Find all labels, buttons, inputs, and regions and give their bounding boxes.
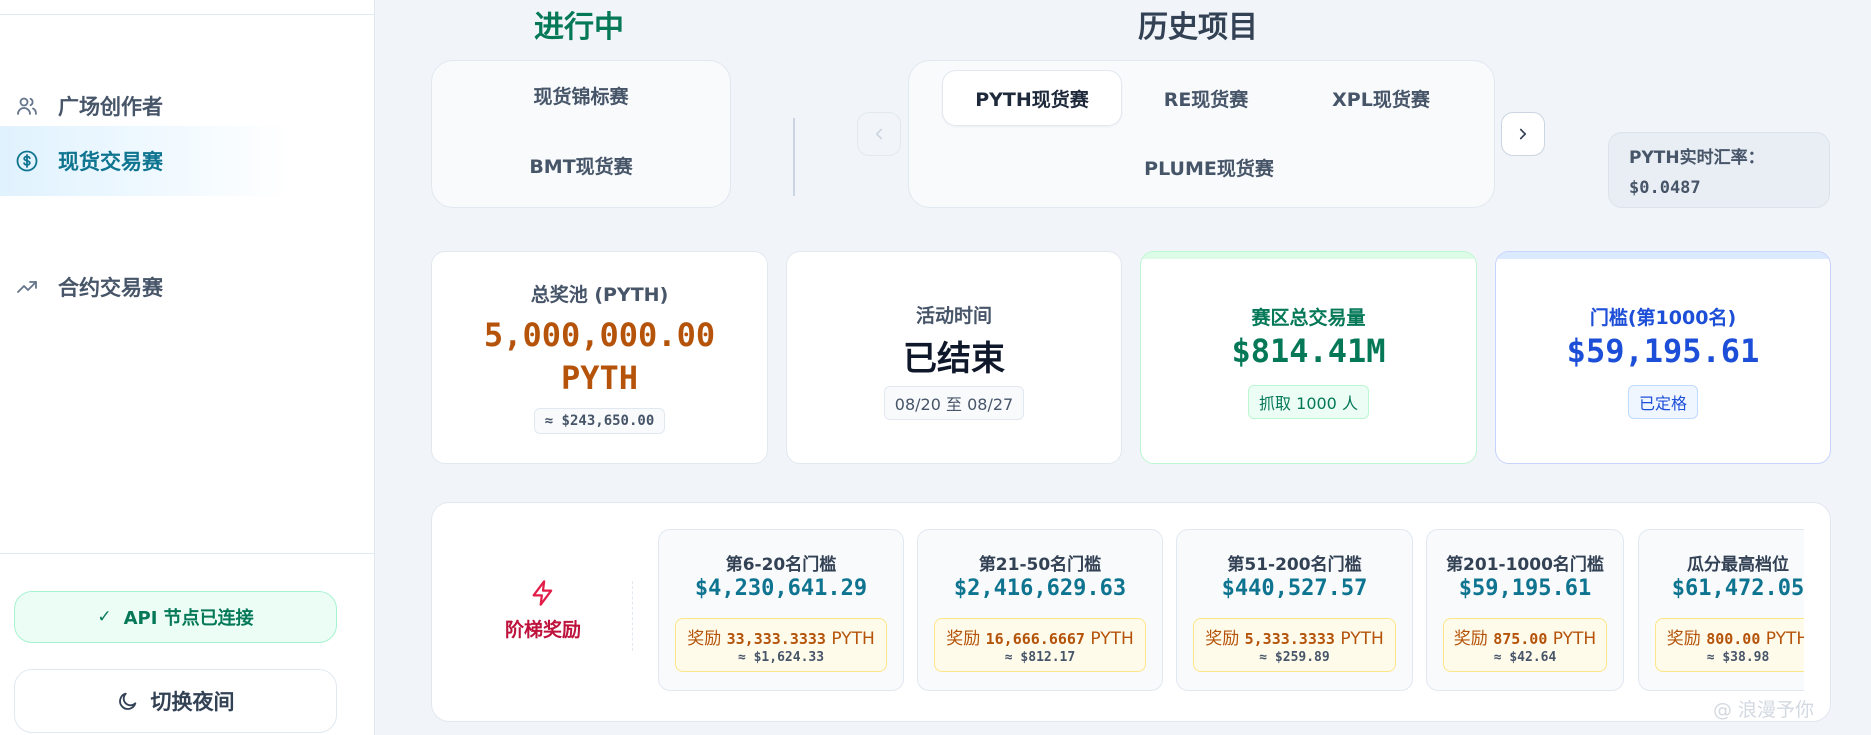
sidebar-item-label: 合约交易赛 [58, 276, 163, 300]
tier-reward-amount: 875.00 [1493, 630, 1548, 648]
tier-name: 第51-200名门槛 [1227, 555, 1362, 575]
tier-reward-usd: ≈ $1,624.33 [737, 650, 825, 665]
sidebar-item-spot-competition[interactable]: 现货交易赛 [0, 126, 290, 196]
api-status-label: API 节点已连接 [123, 608, 254, 629]
tier-name: 第201-1000名门槛 [1446, 555, 1604, 575]
sidebar-bottom-divider [0, 553, 375, 554]
history-next-button[interactable] [1501, 112, 1545, 156]
tier-name: 第21-50名门槛 [978, 555, 1102, 575]
chevron-right-icon [1519, 128, 1527, 140]
rate-display: PYTH实时汇率： $0.0487 [1608, 132, 1830, 208]
tier-rewards-heading: 阶梯奖励 [490, 579, 596, 642]
trend-up-icon [14, 274, 40, 300]
tier-card: 第21-50名门槛 $2,416,629.63 奖励 16,666.6667 P… [917, 529, 1163, 691]
theme-toggle-button[interactable]: 切换夜间 [14, 669, 337, 733]
history-tabs-card: PYTH现货赛 RE现货赛 XPL现货赛 PLUME现货赛 [908, 60, 1495, 208]
tier-rewards-title: 阶梯奖励 [504, 619, 581, 641]
finalized-badge: 已定格 [1627, 385, 1698, 419]
event-time-label: 活动时间 [915, 305, 992, 327]
users-icon [14, 93, 40, 119]
prize-pool-label: 总奖池 (PYTH) [530, 284, 669, 306]
tab-xpl-spot[interactable]: XPL现货赛 [1291, 70, 1471, 126]
tier-card: 瓜分最高档位 $61,472.05 奖励 800.00 PYTH ≈ $38.9… [1638, 529, 1804, 691]
threshold-card: 门槛(第1000名) $59,195.61 已定格 [1495, 251, 1831, 464]
theme-toggle-label: 切换夜间 [150, 690, 235, 714]
tier-name: 第6-20名门槛 [725, 555, 837, 575]
tier-reward-box: 奖励 875.00 PYTH ≈ $42.64 [1443, 618, 1607, 672]
check-icon: ✓ [97, 607, 112, 627]
tier-reward-usd: ≈ $812.17 [1004, 650, 1076, 665]
tab-pyth-spot[interactable]: PYTH现货赛 [942, 70, 1122, 126]
tab-spot-championship[interactable]: 现货锦标赛 [452, 67, 710, 123]
tab-bmt-spot[interactable]: BMT现货赛 [452, 137, 710, 193]
reward-unit: PYTH [1340, 629, 1384, 649]
prize-pool-unit: PYTH [560, 359, 639, 397]
sidebar-item-label: 广场创作者 [58, 95, 163, 119]
history-prev-button[interactable] [857, 112, 901, 156]
tier-reward-amount: 33,333.3333 [726, 630, 826, 648]
moon-icon [117, 690, 139, 712]
reward-prefix: 奖励 [946, 629, 981, 649]
tabs-divider [793, 118, 795, 196]
tier-reward-box: 奖励 5,333.3333 PYTH ≈ $259.89 [1193, 618, 1396, 672]
api-status-badge: ✓ API 节点已连接 [14, 591, 337, 643]
tier-divider [632, 581, 633, 651]
chevron-left-icon [875, 128, 883, 140]
prize-pool-usd: ≈ $243,650.00 [533, 408, 666, 434]
tier-reward-amount: 16,666.6667 [985, 630, 1085, 648]
ongoing-title: 进行中 [534, 10, 624, 45]
tier-threshold: $4,230,641.29 [694, 576, 868, 601]
reward-unit: PYTH [1765, 629, 1804, 649]
tab-re-spot[interactable]: RE现货赛 [1121, 70, 1291, 126]
sidebar-item-label: 现货交易赛 [58, 150, 163, 174]
reward-unit: PYTH [1090, 629, 1134, 649]
sidebar-item-futures-competition[interactable]: 合约交易赛 [0, 248, 350, 326]
prize-pool-card: 总奖池 (PYTH) 5,000,000.00 PYTH ≈ $243,650.… [431, 251, 768, 464]
event-date-range: 08/20 至 08/27 [883, 386, 1025, 420]
watermark: @ 浪漫予你 [1713, 699, 1815, 721]
reward-prefix: 奖励 [1666, 629, 1701, 649]
tier-threshold: $61,472.05 [1671, 576, 1804, 601]
tier-rewards-section: 阶梯奖励 第6-20名门槛 $4,230,641.29 奖励 33,333.33… [431, 502, 1831, 722]
participants-badge: 抓取 1000 人 [1248, 385, 1369, 419]
tier-cards-scroll[interactable]: 第6-20名门槛 $4,230,641.29 奖励 33,333.3333 PY… [658, 529, 1804, 693]
tier-card: 第6-20名门槛 $4,230,641.29 奖励 33,333.3333 PY… [658, 529, 904, 691]
tier-reward-usd: ≈ $42.64 [1493, 650, 1557, 665]
tier-reward-amount: 800.00 [1706, 630, 1761, 648]
tier-reward-usd: ≈ $259.89 [1259, 650, 1330, 665]
rate-value: $0.0487 [1629, 178, 1701, 198]
rate-label: PYTH实时汇率： [1629, 148, 1765, 168]
ongoing-tabs-card: 现货锦标赛 BMT现货赛 [431, 60, 731, 208]
prize-pool-amount: 5,000,000.00 [483, 316, 716, 354]
event-time-card: 活动时间 已结束 08/20 至 08/27 [786, 251, 1122, 464]
history-title: 历史项目 [1138, 10, 1258, 45]
sidebar: 广场创作者 现货交易赛 合约交易赛 ✓ API 节点已连接 切换夜间 [0, 0, 375, 735]
tier-card: 第201-1000名门槛 $59,195.61 奖励 875.00 PYTH ≈… [1426, 529, 1624, 691]
tab-plume-spot[interactable]: PLUME现货赛 [1089, 139, 1329, 195]
tier-threshold: $2,416,629.63 [953, 576, 1127, 601]
tier-card: 第51-200名门槛 $440,527.57 奖励 5,333.3333 PYT… [1176, 529, 1413, 691]
tier-reward-usd: ≈ $38.98 [1706, 650, 1770, 665]
tier-reward-box: 奖励 33,333.3333 PYTH ≈ $1,624.33 [675, 618, 887, 672]
total-volume-label: 赛区总交易量 [1251, 307, 1366, 329]
sidebar-top-divider [0, 14, 375, 15]
tier-name: 瓜分最高档位 [1687, 555, 1789, 575]
threshold-label: 门槛(第1000名) [1589, 307, 1737, 329]
tier-reward-box: 奖励 16,666.6667 PYTH ≈ $812.17 [934, 618, 1146, 672]
total-volume-value: $814.41M [1231, 332, 1386, 370]
dollar-circle-icon [14, 148, 40, 174]
event-status: 已结束 [903, 339, 1005, 379]
reward-prefix: 奖励 [687, 629, 722, 649]
threshold-value: $59,195.61 [1566, 332, 1760, 370]
reward-unit: PYTH [1552, 629, 1597, 649]
reward-unit: PYTH [831, 629, 875, 649]
tier-threshold: $440,527.57 [1221, 576, 1368, 601]
total-volume-card: 赛区总交易量 $814.41M 抓取 1000 人 [1140, 251, 1477, 464]
tier-reward-box: 奖励 800.00 PYTH ≈ $38.98 [1655, 618, 1804, 672]
reward-prefix: 奖励 [1453, 629, 1488, 649]
lightning-icon [532, 580, 553, 606]
tier-threshold: $59,195.61 [1458, 576, 1592, 601]
tier-reward-amount: 5,333.3333 [1244, 630, 1335, 648]
reward-prefix: 奖励 [1205, 629, 1240, 649]
